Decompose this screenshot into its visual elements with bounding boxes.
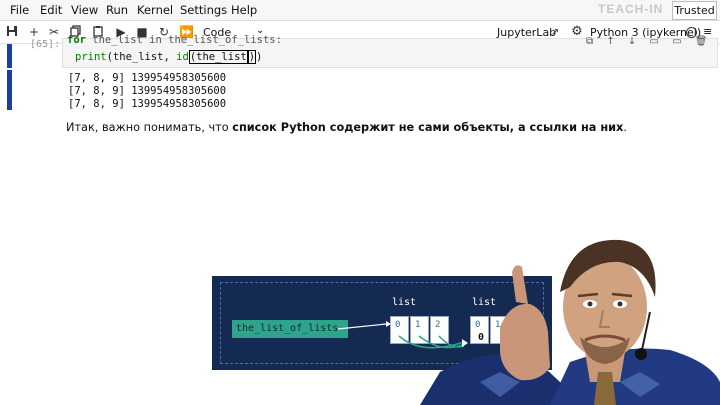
menu-view[interactable]: View <box>71 3 98 17</box>
delete-icon[interactable]: 🗑 <box>695 36 708 47</box>
output-selection-bar[interactable] <box>7 70 12 110</box>
cell-prompt: [65]: <box>30 39 61 50</box>
cell-toolbar: ⧉ ↑ ↓ ▭ ▭ 🗑 <box>586 36 707 47</box>
menu-help[interactable]: Help <box>231 3 257 17</box>
menu-file[interactable]: File <box>10 3 29 17</box>
output-line: [7, 8, 9] 139954958305600 <box>68 85 227 97</box>
menu-settings[interactable]: Settings <box>180 3 227 17</box>
move-down-icon[interactable]: ↓ <box>628 36 636 47</box>
markdown-paragraph: Итак, важно понимать, что список Python … <box>66 121 627 134</box>
output-line: [7, 8, 9] 139954958305600 <box>68 72 227 84</box>
menu-edit[interactable]: Edit <box>40 3 62 17</box>
cut-icon[interactable]: ✂ <box>47 25 61 39</box>
move-up-icon[interactable]: ↑ <box>606 36 614 47</box>
menu-bar: File Edit View Run Kernel Settings Help … <box>0 0 720 21</box>
duplicate-icon[interactable]: ⧉ <box>586 36 593 47</box>
presenter-video-overlay <box>420 232 720 405</box>
insert-below-icon[interactable]: ▭ <box>672 36 681 47</box>
cell-selection-bar[interactable] <box>7 44 12 68</box>
menu-kernel[interactable]: Kernel <box>137 3 173 17</box>
watermark-logo: TEACH-IN <box>598 2 664 16</box>
insert-above-icon[interactable]: ▭ <box>649 36 658 47</box>
menu-run[interactable]: Run <box>106 3 128 17</box>
trusted-button[interactable]: Trusted <box>672 1 717 20</box>
add-cell-icon[interactable]: + <box>27 25 41 39</box>
output-line: [7, 8, 9] 139954958305600 <box>68 98 227 110</box>
code-line-2: print(the_list, id(the_list)) <box>75 50 263 64</box>
code-line-1: for the_list in the_list_of_lists: <box>67 34 282 46</box>
save-icon[interactable] <box>5 25 19 39</box>
gear-icon[interactable]: ⚙ <box>570 25 584 39</box>
